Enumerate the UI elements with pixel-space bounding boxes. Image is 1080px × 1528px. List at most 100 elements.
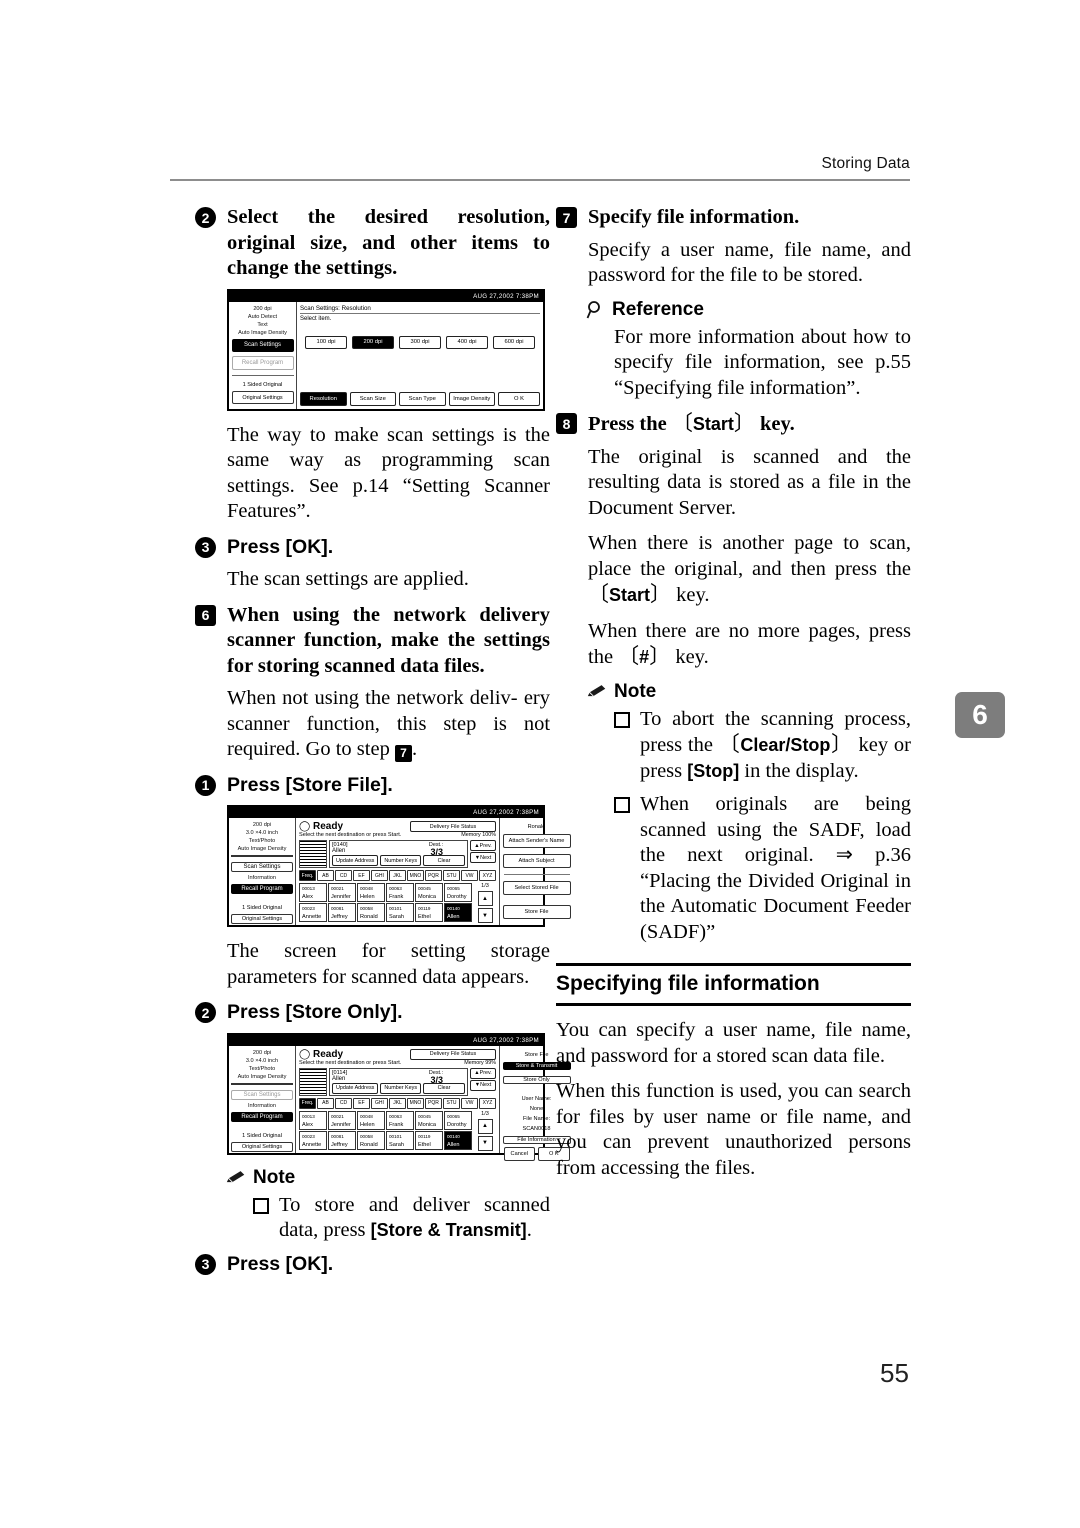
scan-settings-button[interactable]: Scan Settings — [231, 338, 294, 353]
subsection-rule-bottom — [556, 1003, 911, 1006]
scroll-down-icon[interactable]: ▼ — [477, 908, 493, 923]
scroll-down-icon[interactable]: ▼ — [477, 1135, 493, 1151]
original-settings-button[interactable]: Original Settings — [231, 914, 293, 924]
resolution-100dpi-button[interactable]: 100 dpi — [305, 335, 347, 349]
destination-cell[interactable]: 00058 Ronald — [357, 903, 385, 922]
alpha-tab-xyz[interactable]: XYZ — [479, 870, 496, 881]
recall-program-button[interactable]: Recall Program — [231, 884, 293, 894]
density-scale[interactable] — [231, 855, 293, 857]
scroll-up-icon[interactable]: ▲ — [477, 891, 493, 906]
alpha-tab-cd[interactable]: CD — [335, 870, 352, 881]
alpha-tab-mno[interactable]: MNO — [407, 870, 424, 881]
alpha-tab-stu[interactable]: STU — [443, 1097, 460, 1109]
status-line-4: Auto Image Density — [237, 846, 287, 852]
alpha-tab-ab[interactable]: AB — [317, 870, 334, 881]
recall-program-button[interactable]: Recall Program — [231, 356, 294, 370]
resolution-200dpi-button[interactable]: 200 dpi — [352, 335, 394, 349]
prev-button[interactable]: ▲ Prev. — [470, 840, 497, 851]
scan-settings-button[interactable]: Scan Settings — [231, 1089, 293, 1100]
alpha-tab-xyz[interactable]: XYZ — [479, 1097, 496, 1109]
grid-page-indicator: 1/3 — [481, 1110, 489, 1117]
resolution-300dpi-button[interactable]: 300 dpi — [399, 335, 441, 349]
scan-settings-button[interactable]: Scan Settings — [231, 862, 293, 872]
alpha-tab-mno[interactable]: MNO — [407, 1097, 424, 1109]
number-keys-button[interactable]: Number Keys — [380, 855, 422, 866]
status-line-1: 200 dpi — [252, 822, 272, 828]
prev-button[interactable]: ▲ Prev. — [470, 1067, 497, 1079]
original-settings-button[interactable]: Original Settings — [231, 1141, 293, 1152]
destination-cell[interactable]: 00023 Annette — [299, 1130, 327, 1150]
alpha-tab-ab[interactable]: AB — [317, 1097, 334, 1109]
original-settings-button[interactable]: Original Settings — [231, 390, 294, 405]
destination-cell[interactable]: 00021 Jennifer — [328, 1110, 356, 1130]
panel-prompt: Select item. — [300, 315, 332, 322]
destination-cell[interactable]: 00048 Helen — [357, 883, 385, 902]
tab-resolution[interactable]: Resolution — [300, 391, 347, 406]
ok-button[interactable]: O K — [498, 391, 540, 406]
destination-name: Allen — [332, 848, 346, 854]
destination-cell[interactable]: 00013 Alex — [299, 883, 327, 902]
destination-cell[interactable]: 00065 Dorothy — [444, 1110, 472, 1130]
panel-body: 200 dpi Auto Detect Text Auto Image Dens… — [229, 301, 543, 409]
destination-cell[interactable]: 00023 Annette — [299, 903, 327, 922]
recall-program-button[interactable]: Recall Program — [231, 1111, 293, 1122]
destination-cell[interactable]: 00013 Alex — [299, 1110, 327, 1130]
running-head: Storing Data — [821, 155, 910, 172]
delivery-file-status-button[interactable]: Delivery File Status — [410, 821, 497, 832]
destination-cell[interactable]: 00119 Ethel — [415, 1130, 443, 1150]
alpha-tab-vw[interactable]: VW — [461, 870, 478, 881]
destination-cell-selected[interactable]: 00140 Allen — [444, 903, 472, 922]
resolution-400dpi-button[interactable]: 400 dpi — [446, 335, 488, 349]
destination-cell[interactable]: 00081 Jeffrey — [328, 1130, 356, 1150]
update-address-button[interactable]: Update Address — [332, 1082, 379, 1094]
destination-cell[interactable]: 00021 Jennifer — [328, 883, 356, 902]
destination-cell[interactable]: 00101 Sarah — [386, 1130, 414, 1150]
alpha-tab-ef[interactable]: EF — [353, 1097, 370, 1109]
cancel-button[interactable]: Cancel — [503, 1146, 536, 1161]
destination-cell[interactable]: 00058 Ronald — [357, 1130, 385, 1150]
tab-scan-type[interactable]: Scan Type — [399, 391, 446, 406]
step-number-badge: 2 — [195, 1002, 216, 1023]
resolution-600dpi-button[interactable]: 600 dpi — [493, 335, 535, 349]
alpha-tab-cd[interactable]: CD — [335, 1097, 352, 1109]
destination-cell[interactable]: 00063 Frank — [386, 883, 414, 902]
number-keys-button[interactable]: Number Keys — [380, 1082, 422, 1094]
destination-cell[interactable]: 00119 Ethel — [415, 903, 443, 922]
next-button[interactable]: ▼ Next — [470, 852, 497, 863]
alpha-tab-jkl[interactable]: JKL — [389, 1097, 406, 1109]
alpha-tab-freq[interactable]: Freq. — [299, 1097, 316, 1109]
panel-main: ◯ Ready Select the next destination or p… — [296, 818, 499, 925]
cell-name: Monica — [418, 1121, 437, 1128]
step-number-badge: 8 — [556, 413, 577, 434]
para-reference-text: For more information about how to specif… — [614, 325, 911, 399]
destination-cell[interactable]: 00045 Monica — [415, 883, 443, 902]
destination-cell[interactable]: 00048 Helen — [357, 1110, 385, 1130]
alpha-tab-ghi[interactable]: GHI — [371, 1097, 388, 1109]
alpha-tab-jkl[interactable]: JKL — [389, 870, 406, 881]
alpha-tab-ef[interactable]: EF — [353, 870, 370, 881]
alpha-tab-ghi[interactable]: GHI — [371, 870, 388, 881]
step-press-ok-2: 3 Press [OK]. — [195, 1252, 550, 1278]
update-address-button[interactable]: Update Address — [332, 855, 379, 866]
panel-main: Scan Settings: Resolution Select item. 1… — [297, 302, 543, 409]
alpha-tab-freq[interactable]: Freq. — [299, 870, 316, 881]
alpha-tab-stu[interactable]: STU — [443, 870, 460, 881]
sender-name: Ronald — [527, 824, 546, 830]
cell-id: 00101 — [389, 1133, 402, 1139]
tab-scan-size[interactable]: Scan Size — [349, 391, 396, 406]
alpha-tab-pqr[interactable]: PQR — [425, 1097, 442, 1109]
alpha-tab-pqr[interactable]: PQR — [425, 870, 442, 881]
ready-header: ◯ Ready Select the next destination or p… — [299, 821, 497, 838]
scroll-up-icon[interactable]: ▲ — [477, 1118, 493, 1134]
destination-cell[interactable]: 00101 Sarah — [386, 903, 414, 922]
density-scale[interactable] — [231, 1082, 293, 1085]
tab-image-density[interactable]: Image Density — [448, 391, 495, 406]
destination-cell[interactable]: 00063 Frank — [386, 1110, 414, 1130]
destination-cell[interactable]: 00081 Jeffrey — [328, 903, 356, 922]
next-button[interactable]: ▼ Next — [470, 1079, 497, 1091]
alpha-tab-vw[interactable]: VW — [461, 1097, 478, 1109]
destination-cell[interactable]: 00065 Dorothy — [444, 883, 472, 902]
destination-cell[interactable]: 00045 Monica — [415, 1110, 443, 1130]
destination-cell-selected[interactable]: 00140 Allen — [444, 1130, 472, 1150]
delivery-file-status-button[interactable]: Delivery File Status — [410, 1048, 497, 1060]
